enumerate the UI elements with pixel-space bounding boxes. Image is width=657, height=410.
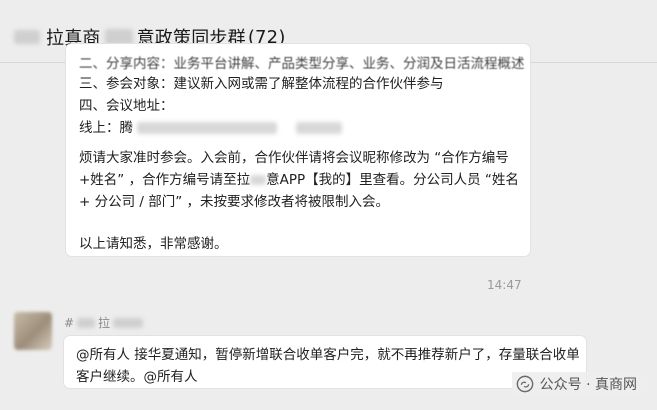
redacted-text bbox=[113, 317, 144, 328]
redacted-text bbox=[77, 317, 96, 328]
message-line-participants: 三、参会对象：建议新入网或需了解整体流程的合作伙伴参与 bbox=[79, 76, 444, 92]
watermark-text: 公众号 · 真商网 bbox=[539, 377, 637, 393]
wechat-official-account-icon bbox=[516, 375, 534, 393]
online-label: 线上：腾 bbox=[79, 120, 133, 136]
redacted-text bbox=[295, 122, 342, 134]
message-line-address: 四、会议地址： bbox=[79, 98, 174, 114]
message-line-cut: 二、分享内容：业务平台讲解、产品类型分享、业务、分润及日活流程概述 bbox=[79, 56, 525, 72]
redacted-text bbox=[137, 122, 278, 134]
redacted-text bbox=[104, 29, 133, 45]
message-line-online: 线上：腾 bbox=[79, 118, 342, 138]
message-text: @所有人 接华夏通知，暂停新增联合收单客户完，就不再推荐新户了，存量联合收单客户… bbox=[76, 347, 580, 385]
message-bubble[interactable]: 二、分享内容：业务平台讲解、产品类型分享、业务、分润及日活流程概述 三、参会对象… bbox=[66, 44, 530, 256]
sender-mid: 拉 bbox=[98, 316, 111, 330]
watermark: 公众号 · 真商网 bbox=[511, 372, 641, 396]
message-timestamp: 14:47 bbox=[487, 278, 522, 292]
message-line-closing: 以上请知悉，非常感谢。 bbox=[79, 236, 228, 252]
message-bubble[interactable]: @所有人 接华夏通知，暂停新增联合收单客户完，就不再推荐新户了，存量联合收单客户… bbox=[64, 336, 586, 388]
sender-prefix: # bbox=[64, 315, 75, 330]
avatar[interactable] bbox=[14, 312, 52, 350]
redacted-text bbox=[250, 175, 267, 185]
sender-name: # 拉 bbox=[64, 314, 144, 331]
redacted-text bbox=[14, 30, 40, 44]
message-paragraph-naming: 烦请大家准时参会。入会前，合作伙伴请将会议昵称修改为 “合作方编号+姓名” ，合… bbox=[79, 147, 521, 213]
